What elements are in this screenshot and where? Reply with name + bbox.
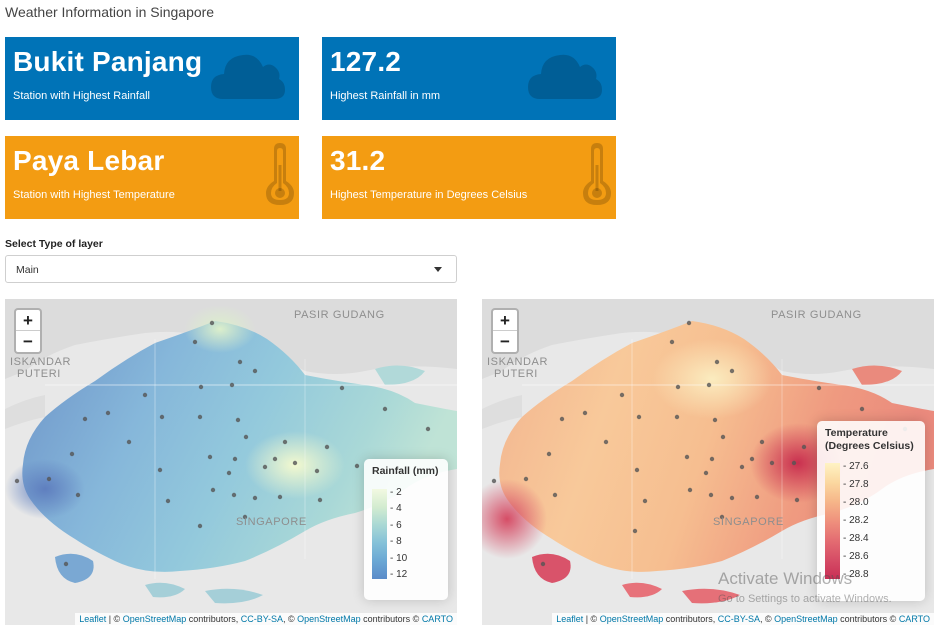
rainfall-legend-tick: - 4 (390, 503, 402, 515)
highest-rainfall-station-value: Bukit Panjang (13, 46, 203, 77)
temperature-map[interactable]: PASIR GUDANG ISKANDAR PUTERI SINGAPORE +… (482, 299, 934, 625)
cloud-icon (528, 54, 602, 99)
page-title: Weather Information in Singapore (5, 4, 215, 20)
highest-temperature-value: 31.2 (330, 145, 386, 176)
temperature-legend-tick: - 28.2 (843, 515, 869, 526)
rainfall-map-zoom-control: + − (14, 308, 42, 354)
leaflet-link[interactable]: Leaflet (79, 614, 106, 624)
highest-temperature-value-box: 31.2 Highest Temperature in Degrees Cels… (322, 136, 616, 219)
leaflet-link[interactable]: Leaflet (556, 614, 583, 624)
highest-temperature-station-subtitle: Station with Highest Temperature (13, 189, 175, 201)
cc-by-sa-link[interactable]: CC-BY-SA (241, 614, 283, 624)
openstreetmap-link[interactable]: OpenStreetMap (123, 614, 187, 624)
temperature-legend-tick: - 28.6 (843, 551, 869, 562)
zoom-out-button[interactable]: − (16, 331, 40, 352)
rainfall-map[interactable]: PASIR GUDANG ISKANDAR PUTERI SINGAPORE +… (5, 299, 457, 625)
place-label-pasir-gudang: PASIR GUDANG (294, 309, 385, 321)
layer-select-value: Main (16, 264, 39, 276)
cloud-icon (211, 54, 285, 99)
highest-rainfall-subtitle: Highest Rainfall in mm (330, 90, 441, 102)
place-label-singapore: SINGAPORE (236, 516, 307, 528)
highest-temperature-subtitle: Highest Temperature in Degrees Celsius (330, 189, 528, 201)
place-label-puteri: PUTERI (494, 368, 538, 380)
highest-rainfall-station-box: Bukit Panjang Station with Highest Rainf… (5, 37, 299, 120)
place-label-puteri: PUTERI (17, 368, 61, 380)
place-label-singapore: SINGAPORE (713, 516, 784, 528)
rainfall-legend-tick: - 6 (390, 519, 402, 531)
rainfall-legend-title: Rainfall (mm) (372, 465, 439, 477)
zoom-in-button[interactable]: + (493, 310, 517, 331)
highest-temperature-station-value: Paya Lebar (13, 145, 165, 176)
temperature-legend-colorbar (825, 463, 840, 579)
carto-link[interactable]: CARTO (899, 614, 930, 624)
rainfall-legend: Rainfall (mm) - 2 - 4 - 6 - 8 - 10 - 12 (364, 459, 448, 600)
highest-rainfall-value-box: 127.2 Highest Rainfall in mm (322, 37, 616, 120)
place-label-iskandar: ISKANDAR (10, 356, 72, 368)
activate-windows-heading: Activate Windows (718, 569, 853, 588)
temperature-legend-tick: - 27.6 (843, 461, 869, 472)
place-label-pasir-gudang: PASIR GUDANG (771, 309, 862, 321)
rainfall-legend-tick: - 12 (390, 569, 408, 580)
thermometer-icon (583, 143, 611, 205)
temperature-legend-tick: - 28.4 (843, 533, 869, 544)
openstreetmap-link-2[interactable]: OpenStreetMap (297, 614, 361, 624)
cc-by-sa-link[interactable]: CC-BY-SA (718, 614, 760, 624)
rainfall-legend-tick: - 8 (390, 536, 402, 548)
rainfall-legend-tick: - 2 (390, 487, 402, 498)
temperature-map-zoom-control: + − (491, 308, 519, 354)
place-label-iskandar: ISKANDAR (487, 356, 549, 368)
rainfall-legend-tick: - 10 (390, 552, 408, 564)
temperature-legend-title-line2: (Degrees Celsius) (825, 440, 914, 452)
openstreetmap-link[interactable]: OpenStreetMap (600, 614, 664, 624)
zoom-out-button[interactable]: − (493, 331, 517, 352)
layer-select[interactable]: Main (5, 255, 457, 283)
rainfall-legend-colorbar (372, 489, 387, 579)
zoom-in-button[interactable]: + (16, 310, 40, 331)
highest-temperature-station-box: Paya Lebar Station with Highest Temperat… (5, 136, 299, 219)
temperature-map-attribution: Leaflet | © OpenStreetMap contributors, … (552, 613, 934, 625)
layer-select-label: Select Type of layer (5, 238, 103, 250)
caret-down-icon (434, 267, 442, 272)
activate-windows-subtext: Go to Settings to activate Windows. (718, 593, 892, 605)
temperature-legend-title-line1: Temperature (825, 427, 888, 439)
rainfall-map-attribution: Leaflet | © OpenStreetMap contributors, … (75, 613, 457, 625)
carto-link[interactable]: CARTO (422, 614, 453, 624)
temperature-legend-tick: - 28.0 (843, 497, 869, 508)
temperature-legend-tick: - 27.8 (843, 479, 869, 490)
highest-rainfall-value: 127.2 (330, 46, 402, 77)
thermometer-icon (266, 143, 294, 205)
openstreetmap-link-2[interactable]: OpenStreetMap (774, 614, 838, 624)
highest-rainfall-station-subtitle: Station with Highest Rainfall (13, 90, 150, 102)
